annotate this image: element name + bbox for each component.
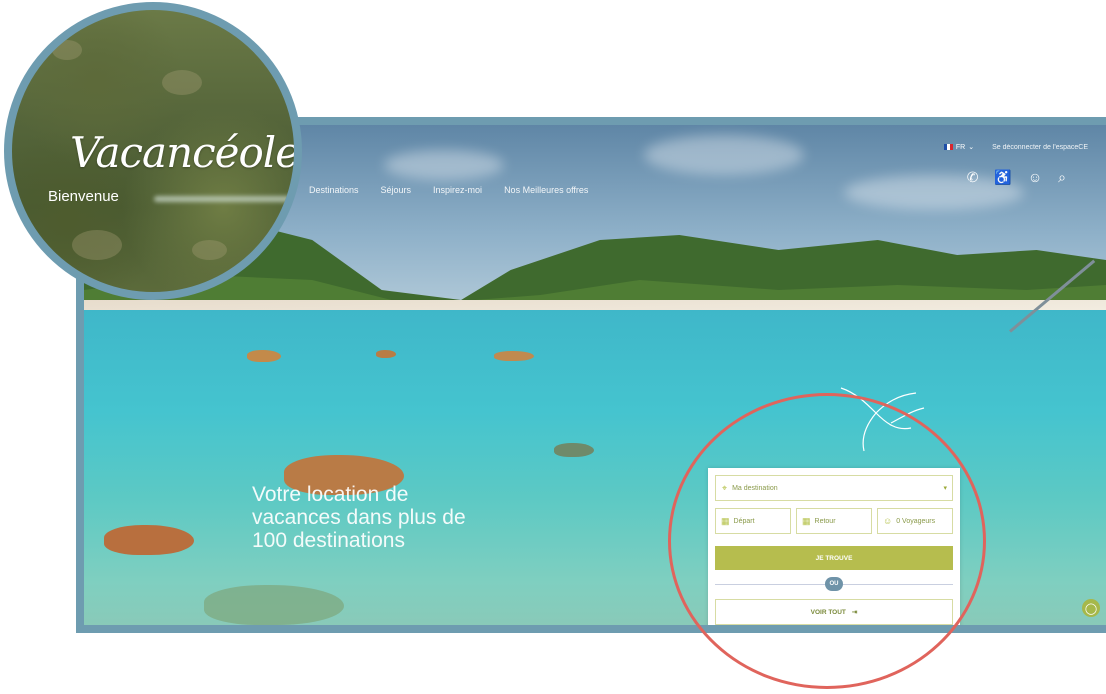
chevron-down-icon: ⌄	[968, 144, 975, 151]
main-nav: Destinations Séjours Inspirez-moi Nos Me…	[309, 185, 588, 195]
nav-item-inspirez-moi[interactable]: Inspirez-moi	[433, 185, 482, 195]
destination-placeholder: Ma destination	[732, 484, 778, 492]
phone-icon[interactable]: ✆	[967, 169, 979, 186]
magnifier-zoom: Vacancéole Bienvenue	[4, 2, 302, 300]
map-pin-icon: ⌖	[722, 482, 728, 493]
or-badge: OU	[825, 577, 843, 591]
flag-fr-icon	[943, 144, 953, 150]
bird-illustration	[840, 387, 925, 452]
return-date-field[interactable]: ▦ Retour	[796, 508, 872, 534]
chevron-down-icon: ▾	[943, 485, 947, 492]
travelers-icon: ☺	[883, 516, 893, 526]
chat-icon[interactable]: ◯	[1082, 599, 1100, 617]
cloud	[384, 150, 504, 180]
blurred-user-name	[154, 196, 294, 202]
welcome-text: Bienvenue	[48, 188, 119, 205]
rock	[494, 351, 534, 361]
vacanceole-logo[interactable]: Vacancéole	[70, 128, 294, 177]
foliage	[72, 230, 122, 260]
accessibility-icon[interactable]: ♿	[994, 169, 1011, 186]
foliage	[192, 240, 227, 260]
hero-headline: Votre location de vacances dans plus de …	[252, 483, 466, 552]
language-label: FR	[955, 143, 966, 151]
travelers-field[interactable]: ☺ 0 Voyageurs	[877, 508, 953, 534]
travelers-label: 0 Voyageurs	[896, 517, 936, 525]
header-icons: ✆ ♿ ☺ ⌕	[967, 169, 1066, 186]
nav-item-sejours[interactable]: Séjours	[381, 185, 412, 195]
see-all-button[interactable]: VOIR TOUT ⇥	[715, 599, 953, 625]
rock	[104, 525, 194, 555]
user-icon[interactable]: ☺	[1028, 169, 1042, 186]
departure-date-field[interactable]: ▦ Départ	[715, 508, 791, 534]
foliage	[162, 70, 202, 95]
foliage	[52, 40, 82, 60]
search-icon[interactable]: ⌕	[1058, 169, 1066, 186]
nav-item-destinations[interactable]: Destinations	[309, 185, 359, 195]
rock	[204, 585, 344, 625]
cloud	[644, 135, 804, 175]
calendar-icon: ▦	[721, 515, 730, 526]
dates-travelers-row: ▦ Départ ▦ Retour ☺ 0 Voyageurs	[715, 508, 953, 534]
nav-item-offres[interactable]: Nos Meilleures offres	[504, 185, 588, 195]
rock	[247, 350, 281, 362]
rock	[554, 443, 594, 457]
destination-select[interactable]: ⌖ Ma destination ▾	[715, 475, 953, 501]
calendar-icon: ▦	[802, 515, 811, 526]
see-all-label: VOIR TOUT	[810, 608, 846, 616]
search-widget: ⌖ Ma destination ▾ ▦ Départ ▦ Retour ☺ 0…	[708, 468, 960, 625]
return-label: Retour	[814, 517, 836, 525]
login-link[interactable]: Se déconnecter de l'espaceCE	[992, 144, 1088, 151]
top-bar: FR ⌄ Se déconnecter de l'espaceCE	[943, 143, 1088, 151]
find-button[interactable]: JE TROUVE	[715, 546, 953, 570]
language-selector[interactable]: FR ⌄	[943, 143, 975, 151]
arrow-box-icon: ⇥	[851, 609, 858, 616]
departure-label: Départ	[733, 517, 755, 525]
rock	[376, 350, 396, 358]
